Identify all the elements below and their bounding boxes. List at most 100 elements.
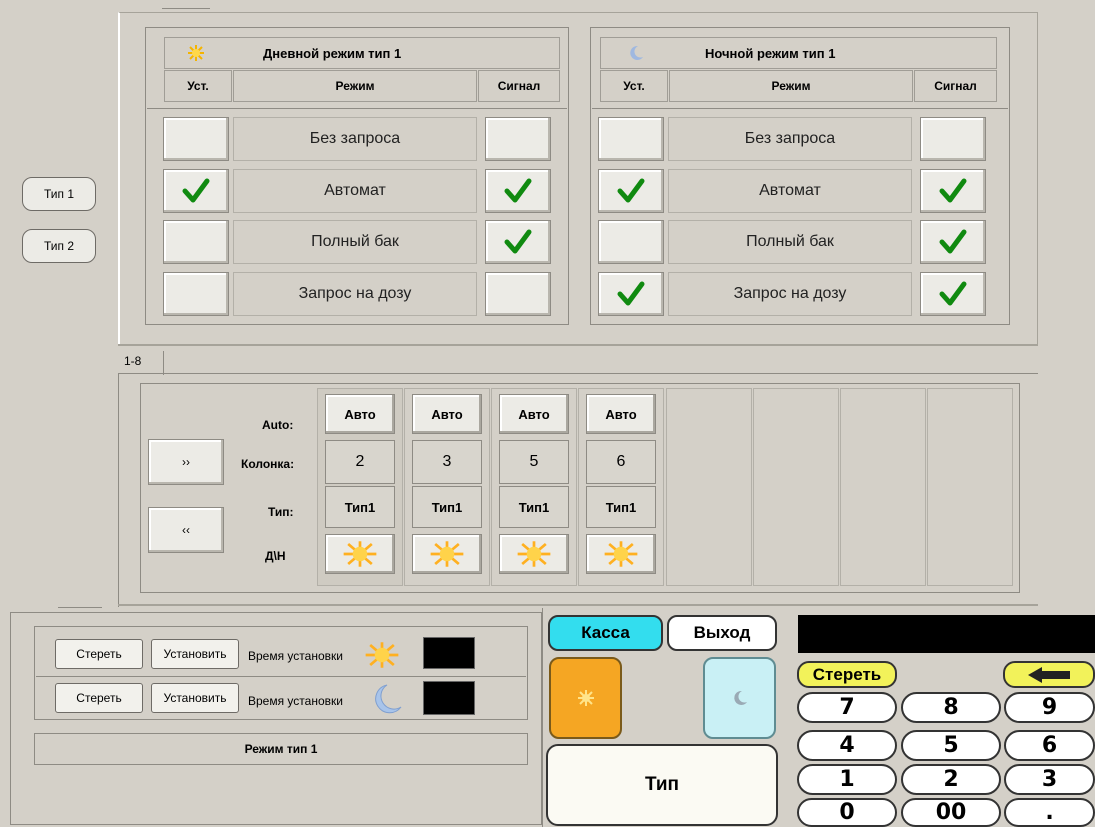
type1-button[interactable]: Тип 1 (22, 177, 96, 211)
keypad-key[interactable]: . (1004, 798, 1095, 827)
checkmark-icon (504, 177, 532, 205)
column-daynight-button[interactable] (412, 534, 482, 574)
day-signal-checkbox[interactable] (485, 272, 551, 316)
daynight-row-label: Д\Н (265, 549, 286, 563)
mode-settings-bottom-divider (118, 344, 1038, 346)
checkmark-icon (617, 280, 645, 308)
column-type-button[interactable]: Тип1 (412, 486, 482, 528)
columns-panel-bottom-line (118, 604, 1038, 606)
empty-column-slot (840, 388, 926, 586)
moon-icon (732, 689, 748, 707)
column-type-button[interactable]: Тип1 (325, 486, 395, 528)
column-type-button[interactable]: Тип1 (586, 486, 656, 528)
day-mode-label: Полный бак (233, 220, 477, 264)
kassa-button[interactable]: Касса (548, 615, 663, 651)
exit-button[interactable]: Выход (667, 615, 777, 651)
column-number[interactable]: 5 (499, 440, 569, 484)
column-daynight-button[interactable] (586, 534, 656, 574)
day-header-separator (147, 108, 567, 109)
arrow-left-icon (1026, 666, 1072, 684)
night-mode-label: Без запроса (668, 117, 912, 161)
sun-icon (187, 44, 205, 62)
night-mode-label: Запрос на дозу (668, 272, 912, 316)
night-time-display (423, 681, 475, 715)
column-auto-button[interactable]: Авто (412, 394, 482, 434)
night-mode-label: Полный бак (668, 220, 912, 264)
night-signal-checkbox[interactable] (920, 272, 986, 316)
numeric-display (798, 615, 1095, 653)
keypad-key[interactable]: 5 (901, 730, 1001, 761)
night-set-checkbox[interactable] (598, 117, 664, 161)
night-set-checkbox[interactable] (598, 169, 664, 213)
keypad-key[interactable]: 0 (797, 798, 897, 827)
keypad-key[interactable]: 2 (901, 764, 1001, 795)
day-col-set-header: Уст. (164, 70, 232, 102)
column-auto-button[interactable]: Авто (499, 394, 569, 434)
day-signal-checkbox[interactable] (485, 220, 551, 264)
next-page-button[interactable]: ›› (148, 439, 224, 485)
keypad-key[interactable]: 6 (1004, 730, 1095, 761)
clear-night-time-button[interactable]: Стереть (55, 683, 143, 713)
night-col-mode-header: Режим (669, 70, 913, 102)
range-tab[interactable]: 1-8 (118, 351, 164, 375)
night-mode-label: Автомат (668, 169, 912, 213)
moon-icon (627, 44, 645, 62)
sun-icon (340, 540, 380, 568)
column-number[interactable]: 3 (412, 440, 482, 484)
keypad-clear-button[interactable]: Стереть (797, 661, 897, 688)
keypad-key[interactable]: 1 (797, 764, 897, 795)
keypad-key[interactable]: 8 (901, 692, 1001, 723)
keypad-key[interactable]: 7 (797, 692, 897, 723)
range-tab-label: 1-8 (124, 354, 142, 368)
auto-row-label: Auto: (262, 418, 294, 432)
column-daynight-button[interactable] (499, 534, 569, 574)
day-set-checkbox[interactable] (163, 117, 229, 161)
night-signal-checkbox[interactable] (920, 117, 986, 161)
type-button[interactable]: Тип (546, 744, 778, 826)
night-set-checkbox[interactable] (598, 220, 664, 264)
prev-page-button[interactable]: ‹‹ (148, 507, 224, 553)
keypad-key[interactable]: 00 (901, 798, 1001, 827)
keypad-key[interactable]: 3 (1004, 764, 1095, 795)
day-set-checkbox[interactable] (163, 169, 229, 213)
checkmark-icon (939, 177, 967, 205)
set-day-time-button[interactable]: Установить (151, 639, 239, 669)
day-signal-checkbox[interactable] (485, 169, 551, 213)
day-mode-label: Без запроса (233, 117, 477, 161)
day-set-checkbox[interactable] (163, 220, 229, 264)
clear-day-time-button[interactable]: Стереть (55, 639, 143, 669)
column-auto-button[interactable]: Авто (325, 394, 395, 434)
backspace-button[interactable] (1003, 661, 1095, 688)
day-signal-checkbox[interactable] (485, 117, 551, 161)
sun-icon (601, 540, 641, 568)
night-set-checkbox[interactable] (598, 272, 664, 316)
day-mode-label: Запрос на дозу (233, 272, 477, 316)
night-panel-title-bar: Ночной режим тип 1 (600, 37, 997, 69)
column-number[interactable]: 2 (325, 440, 395, 484)
sun-icon (514, 540, 554, 568)
column-row-label: Колонка: (241, 457, 295, 471)
night-signal-checkbox[interactable] (920, 169, 986, 213)
keypad-clear-label: Стереть (812, 664, 882, 684)
empty-column-slot (753, 388, 839, 586)
checkmark-icon (939, 228, 967, 256)
empty-column-slot (927, 388, 1013, 586)
empty-column-slot (666, 388, 752, 586)
time-panel-tab-stub (58, 607, 102, 613)
time-row-divider (36, 676, 526, 677)
column-daynight-button[interactable] (325, 534, 395, 574)
night-mode-button[interactable] (703, 657, 776, 739)
type-label: Тип (644, 774, 680, 795)
day-set-checkbox[interactable] (163, 272, 229, 316)
column-number[interactable]: 6 (586, 440, 656, 484)
day-mode-button[interactable] (549, 657, 622, 739)
night-time-label: Время установки (248, 694, 343, 708)
keypad-key[interactable]: 9 (1004, 692, 1095, 723)
set-night-time-button[interactable]: Установить (151, 683, 239, 713)
column-auto-button[interactable]: Авто (586, 394, 656, 434)
night-signal-checkbox[interactable] (920, 220, 986, 264)
exit-label: Выход (693, 623, 751, 642)
keypad-key[interactable]: 4 (797, 730, 897, 761)
column-type-button[interactable]: Тип1 (499, 486, 569, 528)
type2-button[interactable]: Тип 2 (22, 229, 96, 263)
